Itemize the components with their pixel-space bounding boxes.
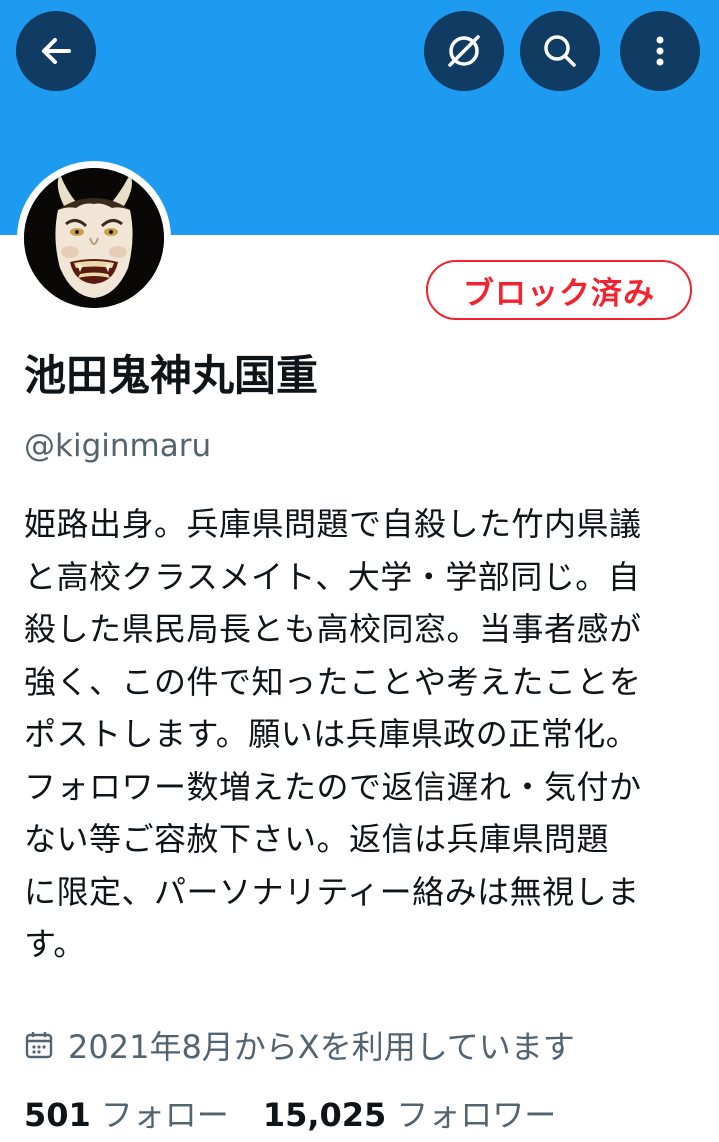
joined-text: 2021年8月からXを利用しています bbox=[68, 1028, 575, 1066]
avatar-frame[interactable] bbox=[17, 161, 171, 315]
user-handle: @kiginmaru bbox=[24, 428, 212, 464]
display-name: 池田鬼神丸国重 bbox=[24, 351, 319, 400]
back-button[interactable] bbox=[16, 11, 96, 91]
hannya-mask-avatar bbox=[24, 168, 164, 308]
joined-date: 2021年8月からXを利用しています bbox=[24, 1022, 575, 1068]
grok-icon bbox=[448, 35, 480, 67]
bio-line: 姫路出身。兵庫県問題で自殺した竹内県議 bbox=[24, 505, 642, 543]
bio-line: ない等ご容赦下さい。返信は兵庫県問題 bbox=[24, 820, 610, 858]
followers-link[interactable]: 15,025 フォロワー bbox=[263, 1090, 557, 1136]
bio-line: 強く、この件で知ったことや考えたことを bbox=[24, 662, 642, 701]
followers-label: フォロワー bbox=[396, 1096, 557, 1134]
bio-line: す。 bbox=[24, 925, 86, 963]
profile-page: ブロック済み 池田鬼神丸国重 @kiginmaru 姫路出身。兵庫県問題で自殺し… bbox=[0, 0, 719, 1142]
calendar-icon bbox=[24, 1030, 54, 1060]
bio-line: と高校クラスメイト、大学・学部同じ。自 bbox=[24, 557, 641, 596]
bio-line: に限定、パーソナリティー絡みは無視しま bbox=[24, 872, 640, 911]
arrow-left-icon bbox=[42, 38, 71, 64]
search-button[interactable] bbox=[520, 11, 600, 91]
follow-stats: 501 フォロー 15,025 フォロワー bbox=[24, 1090, 556, 1136]
following-count: 501 bbox=[24, 1096, 91, 1134]
following-link[interactable]: 501 フォロー bbox=[24, 1090, 229, 1136]
bio-line: フォロワー数増えたので返信遅れ・気付か bbox=[24, 767, 642, 806]
followers-count: 15,025 bbox=[262, 1096, 387, 1134]
profile-bio: 姫路出身。兵庫県問題で自殺した竹内県議 と高校クラスメイト、大学・学部同じ。自 … bbox=[24, 498, 696, 971]
more-vertical-icon bbox=[656, 36, 664, 66]
blocked-button[interactable]: ブロック済み bbox=[426, 260, 692, 320]
following-label: フォロー bbox=[100, 1096, 229, 1134]
more-options-button[interactable] bbox=[620, 11, 700, 91]
grok-button[interactable] bbox=[424, 11, 504, 91]
bio-line: ポストします。願いは兵庫県政の正常化。 bbox=[24, 715, 639, 753]
bio-line: 殺した県民局長とも高校同窓。当事者感が bbox=[24, 610, 642, 648]
search-icon bbox=[544, 35, 576, 67]
